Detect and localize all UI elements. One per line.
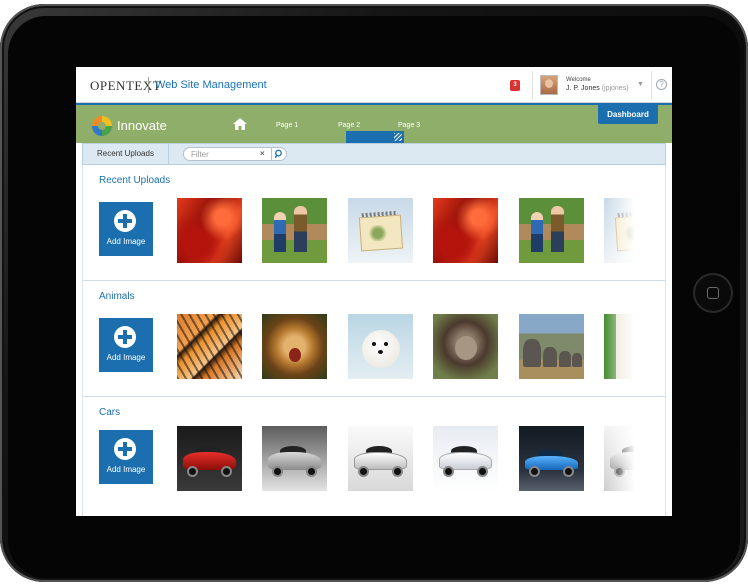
- white-suv-image[interactable]: [433, 426, 498, 491]
- section-recent-uploads: Recent Uploads Add Image: [83, 165, 665, 281]
- brand-divider: [148, 77, 149, 93]
- active-page-indicator: [346, 131, 404, 143]
- search-icon[interactable]: [271, 148, 285, 160]
- product-name: Web Site Management: [155, 79, 267, 91]
- divider: [532, 71, 533, 99]
- silver-sedan-image[interactable]: [262, 426, 327, 491]
- add-image-label: Add Image: [106, 353, 146, 362]
- sub-toolbar: Recent Uploads ×: [82, 143, 666, 165]
- brand-logo: OPENTEXT: [90, 78, 162, 93]
- calendar-image[interactable]: [348, 198, 413, 263]
- notification-badge[interactable]: 3: [510, 80, 520, 91]
- dashboard-button[interactable]: Dashboard: [598, 105, 658, 124]
- gallery-content: Recent Uploads Add Image Animals Add Ima…: [82, 165, 666, 516]
- welcome-label: Welcome: [566, 77, 591, 83]
- add-image-button[interactable]: Add Image: [99, 430, 153, 484]
- blue-sports-car-image[interactable]: [519, 426, 584, 491]
- section-title: Animals: [99, 291, 135, 302]
- section-cars: Cars Add Image: [83, 397, 665, 513]
- clear-icon[interactable]: ×: [260, 148, 265, 160]
- section-title: Recent Uploads: [99, 175, 171, 186]
- white-coupe-image[interactable]: [348, 426, 413, 491]
- filter-box: ×: [183, 147, 287, 161]
- home-button[interactable]: [695, 275, 731, 311]
- scroll-fade: [605, 423, 635, 495]
- add-image-button[interactable]: Add Image: [99, 318, 153, 372]
- nav-page-3[interactable]: Page 3: [398, 122, 420, 129]
- help-icon[interactable]: ?: [656, 79, 667, 90]
- add-icon: [114, 326, 136, 348]
- scroll-fade: [605, 195, 635, 267]
- red-sports-car-image[interactable]: [177, 426, 242, 491]
- lion-image[interactable]: [262, 314, 327, 379]
- nav-page-2[interactable]: Page 2: [338, 122, 360, 129]
- top-bar: OPENTEXT Web Site Management 3 Welcome J…: [76, 67, 672, 103]
- add-image-label: Add Image: [106, 465, 146, 474]
- app-screen: OPENTEXT Web Site Management 3 Welcome J…: [76, 67, 672, 516]
- add-icon: [114, 210, 136, 232]
- abstract-red-image[interactable]: [177, 198, 242, 263]
- polar-bear-cub-image[interactable]: [348, 314, 413, 379]
- chevron-down-icon[interactable]: ▼: [637, 81, 644, 88]
- scroll-fade: [605, 311, 635, 383]
- abstract-red-image[interactable]: [433, 198, 498, 263]
- tab-recent-uploads[interactable]: Recent Uploads: [83, 144, 169, 164]
- nav-page-1[interactable]: Page 1: [276, 122, 298, 129]
- section-animals: Animals Add Image: [83, 281, 665, 397]
- add-image-button[interactable]: Add Image: [99, 202, 153, 256]
- site-logo-icon: [92, 116, 112, 136]
- user-id: (jpjones): [601, 85, 629, 92]
- home-icon[interactable]: [233, 118, 247, 130]
- children-image[interactable]: [519, 198, 584, 263]
- user-name: J. P. Jones: [566, 85, 600, 92]
- elephants-image[interactable]: [519, 314, 584, 379]
- tigers-image[interactable]: [177, 314, 242, 379]
- site-nav-bar: Innovate Page 1 Page 2 Page 3 Dashboard: [76, 103, 672, 143]
- chimpanzee-image[interactable]: [433, 314, 498, 379]
- user-menu[interactable]: J. P. Jones (jpjones): [566, 85, 629, 92]
- section-title: Cars: [99, 407, 121, 418]
- add-icon: [114, 438, 136, 460]
- children-image[interactable]: [262, 198, 327, 263]
- add-image-label: Add Image: [106, 237, 146, 246]
- avatar[interactable]: [540, 75, 558, 95]
- divider: [651, 71, 652, 99]
- site-name[interactable]: Innovate: [117, 118, 167, 133]
- home-square-icon: [707, 287, 719, 299]
- filter-input[interactable]: [191, 149, 257, 160]
